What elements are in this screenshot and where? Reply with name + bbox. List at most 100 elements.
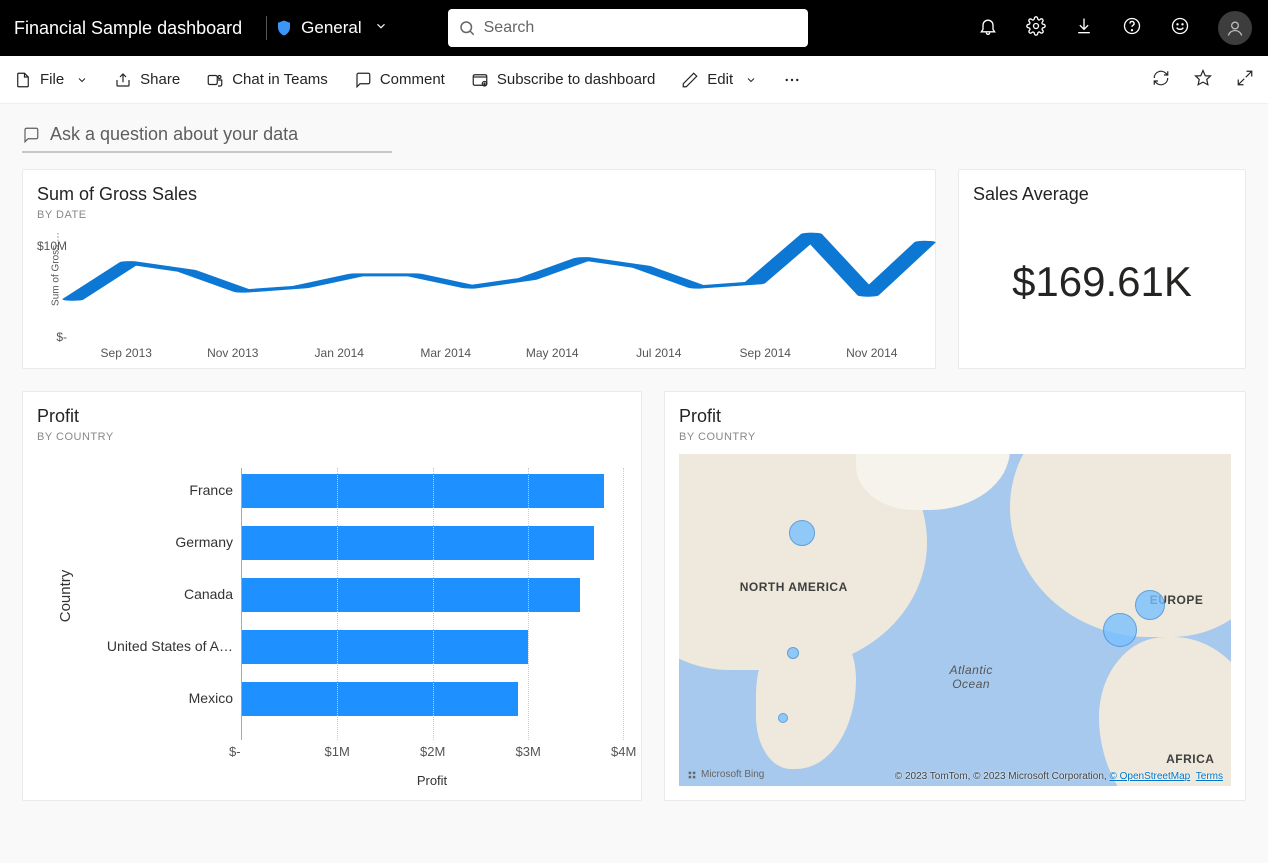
share-icon [114,71,132,89]
edit-pencil-icon [681,71,699,89]
edit-label: Edit [707,71,733,88]
bar-category-label: Canada [33,586,233,602]
bar-category-label: Germany [33,534,233,550]
subscribe-icon [471,71,489,89]
more-options-button[interactable] [783,71,801,89]
subscribe-button[interactable]: Subscribe to dashboard [471,71,655,89]
help-icon[interactable] [1122,16,1142,41]
header-divider [266,16,267,40]
share-label: Share [140,71,180,88]
dashboard-grid: Sum of Gross Sales BY DATE Sum of Gross … [0,165,1268,823]
settings-gear-icon[interactable] [1026,16,1046,41]
map-label-na: NORTH AMERICA [740,580,848,594]
account-avatar[interactable] [1218,11,1252,45]
tile-subtitle: BY DATE [37,209,921,221]
more-horizontal-icon [783,71,801,89]
tile-title: Profit [37,406,627,427]
file-icon [14,71,32,89]
command-bar: File Share Chat in Teams Comment Subscri… [0,56,1268,104]
chat-teams-button[interactable]: Chat in Teams [206,71,328,89]
x-tick: Nov 2013 [180,346,287,362]
y-tick: $10M [37,239,67,253]
bar-segment[interactable] [242,630,528,664]
terms-link[interactable]: Terms [1196,771,1223,782]
qa-section: Ask a question about your data [0,104,1268,165]
tile-sales-average-kpi[interactable]: Sales Average $169.61K [958,169,1246,369]
gridline [528,468,529,740]
bar-x-axis: $-$1M$2M$3M$4M [241,744,623,762]
header-right-actions [978,11,1260,45]
line-y-axis: $10M $- [23,222,71,344]
line-series [73,222,925,344]
comment-icon [354,71,372,89]
x-tick: Sep 2014 [712,346,819,362]
x-tick: Jul 2014 [606,346,713,362]
map-bubble-germany[interactable] [1135,590,1165,620]
bing-logo: Microsoft Bing [687,769,764,780]
sensitivity-chevron-icon[interactable] [374,19,388,38]
x-tick: Sep 2013 [73,346,180,362]
gridline [337,468,338,740]
app-header: Financial Sample dashboard General Searc… [0,0,1268,56]
share-button[interactable]: Share [114,71,180,89]
search-placeholder: Search [484,19,535,37]
teams-icon [206,71,224,89]
x-tick: $4M [611,744,636,759]
kpi-value: $169.61K [1012,258,1192,306]
file-label: File [40,71,64,88]
x-tick: Jan 2014 [286,346,393,362]
tile-profit-bar[interactable]: Profit BY COUNTRY Country $-$1M$2M$3M$4M… [22,391,642,801]
download-icon[interactable] [1074,16,1094,41]
map-bubble-usa[interactable] [787,647,799,659]
bar-category-label: United States of A… [33,638,233,654]
x-tick: $1M [325,744,350,759]
comment-label: Comment [380,71,445,88]
search-icon [458,19,476,37]
osm-link[interactable]: © OpenStreetMap [1109,771,1190,782]
line-plot-area [73,222,925,344]
bar-segment[interactable] [242,474,604,508]
bar-x-axis-title: Profit [241,773,623,788]
chevron-down-icon [76,74,88,86]
command-bar-right [1152,69,1254,91]
search-box[interactable]: Search [448,9,808,47]
tile-gross-sales-line[interactable]: Sum of Gross Sales BY DATE Sum of Gross … [22,169,936,369]
qa-input[interactable]: Ask a question about your data [22,124,392,153]
comment-button[interactable]: Comment [354,71,445,89]
bar-segment[interactable] [242,526,594,560]
map-label-ocean: Atlantic Ocean [949,663,992,691]
tile-title: Sum of Gross Sales [37,184,921,205]
edit-menu[interactable]: Edit [681,71,757,89]
line-x-axis: Sep 2013Nov 2013Jan 2014Mar 2014May 2014… [73,346,925,362]
notifications-icon[interactable] [978,16,998,41]
bar-category-label: France [33,482,233,498]
fullscreen-button[interactable] [1236,69,1254,91]
landmass-eu [1010,454,1231,637]
tile-subtitle: BY COUNTRY [679,431,1231,443]
dashboard-title: Financial Sample dashboard [8,18,258,39]
x-tick: Nov 2014 [819,346,926,362]
chevron-down-icon [745,74,757,86]
chat-label: Chat in Teams [232,71,328,88]
file-menu[interactable]: File [14,71,88,89]
x-tick: Mar 2014 [393,346,500,362]
feedback-smile-icon[interactable] [1170,16,1190,41]
qa-placeholder: Ask a question about your data [50,124,298,145]
bar-category-label: Mexico [33,690,233,706]
subscribe-label: Subscribe to dashboard [497,71,655,88]
tile-subtitle: BY COUNTRY [37,431,627,443]
x-tick: $- [229,744,241,759]
bar-plot-area [241,468,623,740]
bar-segment[interactable] [242,578,580,612]
tile-profit-map[interactable]: Profit BY COUNTRY NORTH AMERICA EUROPE A… [664,391,1246,801]
y-tick: $- [56,330,67,344]
sensitivity-label[interactable]: General [301,18,361,38]
map-canvas[interactable]: NORTH AMERICA EUROPE AFRICA Atlantic Oce… [679,454,1231,786]
map-bubble-france[interactable] [1103,613,1137,647]
x-tick: $2M [420,744,445,759]
bar-segment[interactable] [242,682,518,716]
refresh-button[interactable] [1152,69,1170,91]
tile-title: Sales Average [973,184,1231,205]
favorite-star-button[interactable] [1194,69,1212,91]
map-copyright: © 2023 TomTom, © 2023 Microsoft Corporat… [895,771,1223,782]
